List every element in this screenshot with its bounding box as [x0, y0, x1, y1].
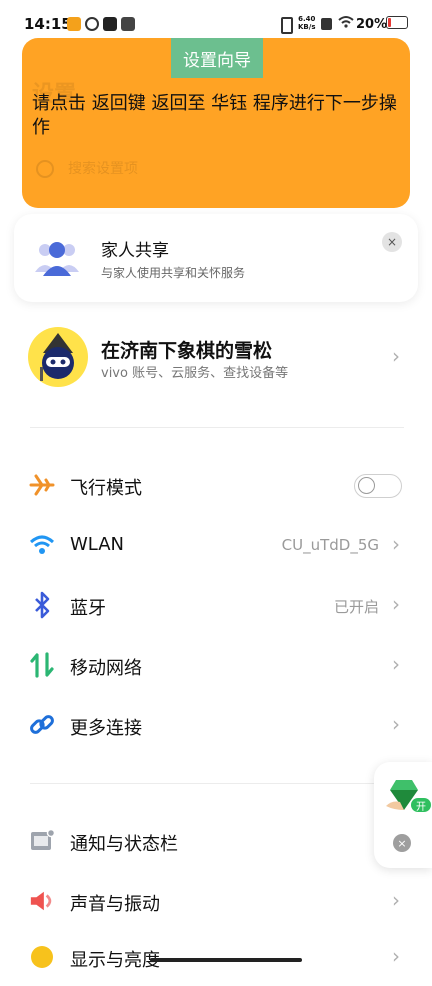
- settings-row-label: WLAN: [70, 534, 125, 555]
- family-sharing-card[interactable]: 家人共享 与家人使用共享和关怀服务 ×: [14, 214, 418, 302]
- sound-icon: [29, 888, 55, 914]
- wizard-instruction: 请点击 返回键 返回至 华钰 程序进行下一步操作: [32, 93, 397, 138]
- brightness-icon: [29, 944, 55, 970]
- search-icon: [36, 160, 54, 178]
- divider: [30, 427, 404, 428]
- settings-row-general-1[interactable]: [0, 874, 432, 930]
- notification-icon: [29, 828, 55, 854]
- settings-row-general-0[interactable]: [0, 814, 432, 870]
- settings-row-label: 显示与亮度: [70, 950, 160, 971]
- chevron-right-icon: ›: [392, 712, 400, 736]
- bluetooth-icon: [29, 591, 55, 619]
- settings-row-4[interactable]: [0, 698, 432, 754]
- close-icon[interactable]: ×: [382, 232, 402, 252]
- divider: [30, 783, 404, 784]
- wifi-icon: [338, 14, 354, 33]
- close-icon[interactable]: ×: [393, 834, 411, 852]
- settings-row-3[interactable]: [0, 638, 432, 694]
- settings-row-label: 声音与振动: [70, 894, 160, 915]
- settings-row-value: CU_uTdD_5G: [281, 536, 379, 554]
- settings-row-label: 飞行模式: [70, 478, 142, 499]
- mobile-network-icon: [29, 652, 55, 678]
- account-name: 在济南下象棋的雪松: [101, 340, 273, 362]
- settings-row-label: 更多连接: [70, 718, 142, 739]
- setup-wizard-overlay: 设置 搜索设置项 设置向导 请点击 返回键 返回至 华钰 程序进行下一步操作: [22, 38, 410, 208]
- airplane-mode-toggle[interactable]: [354, 474, 402, 498]
- family-sharing-subtitle: 与家人使用共享和关怀服务: [101, 266, 246, 280]
- signal-off-icon: [321, 18, 332, 30]
- settings-row-value: 已开启: [333, 598, 379, 616]
- vibrate-icon: [281, 17, 293, 34]
- chevron-right-icon: ›: [392, 652, 400, 676]
- toggle-knob: [358, 477, 375, 494]
- chevron-right-icon: ›: [392, 888, 400, 912]
- account-subtitle: vivo 账号、云服务、查找设备等: [101, 366, 289, 381]
- settings-row-label: 蓝牙: [70, 598, 106, 619]
- floating-widget[interactable]: 开 ×: [374, 762, 432, 868]
- net-speed-value: 6.40: [298, 15, 316, 23]
- chevron-right-icon: ›: [392, 532, 400, 556]
- net-speed-unit: KB/s: [298, 23, 316, 31]
- float-badge: 开: [411, 798, 431, 813]
- battery-icon: [386, 16, 408, 29]
- net-speed: 6.40 KB/s: [298, 15, 315, 31]
- setup-wizard-tab[interactable]: 设置向导: [171, 38, 263, 78]
- home-indicator[interactable]: [150, 958, 302, 962]
- family-icon: [34, 238, 80, 282]
- chevron-right-icon: ›: [392, 344, 400, 368]
- settings-row-label: 移动网络: [70, 658, 142, 679]
- wifi-icon: [29, 532, 55, 558]
- battery-percent: 20%: [356, 17, 388, 32]
- status-time: 14:15: [24, 15, 72, 33]
- search-placeholder: 搜索设置项: [68, 161, 138, 177]
- family-sharing-title: 家人共享: [101, 241, 169, 261]
- link-icon: [29, 712, 55, 738]
- avatar: [28, 327, 88, 387]
- link-app-icon: [85, 17, 99, 31]
- weibo-icon: [67, 17, 81, 31]
- chevron-right-icon: ›: [392, 592, 400, 616]
- airplane-icon: [29, 472, 55, 498]
- mail-icon: [121, 17, 135, 31]
- tiktok-icon: [103, 17, 117, 31]
- chevron-right-icon: ›: [392, 944, 400, 968]
- settings-row-label: 通知与状态栏: [70, 834, 178, 855]
